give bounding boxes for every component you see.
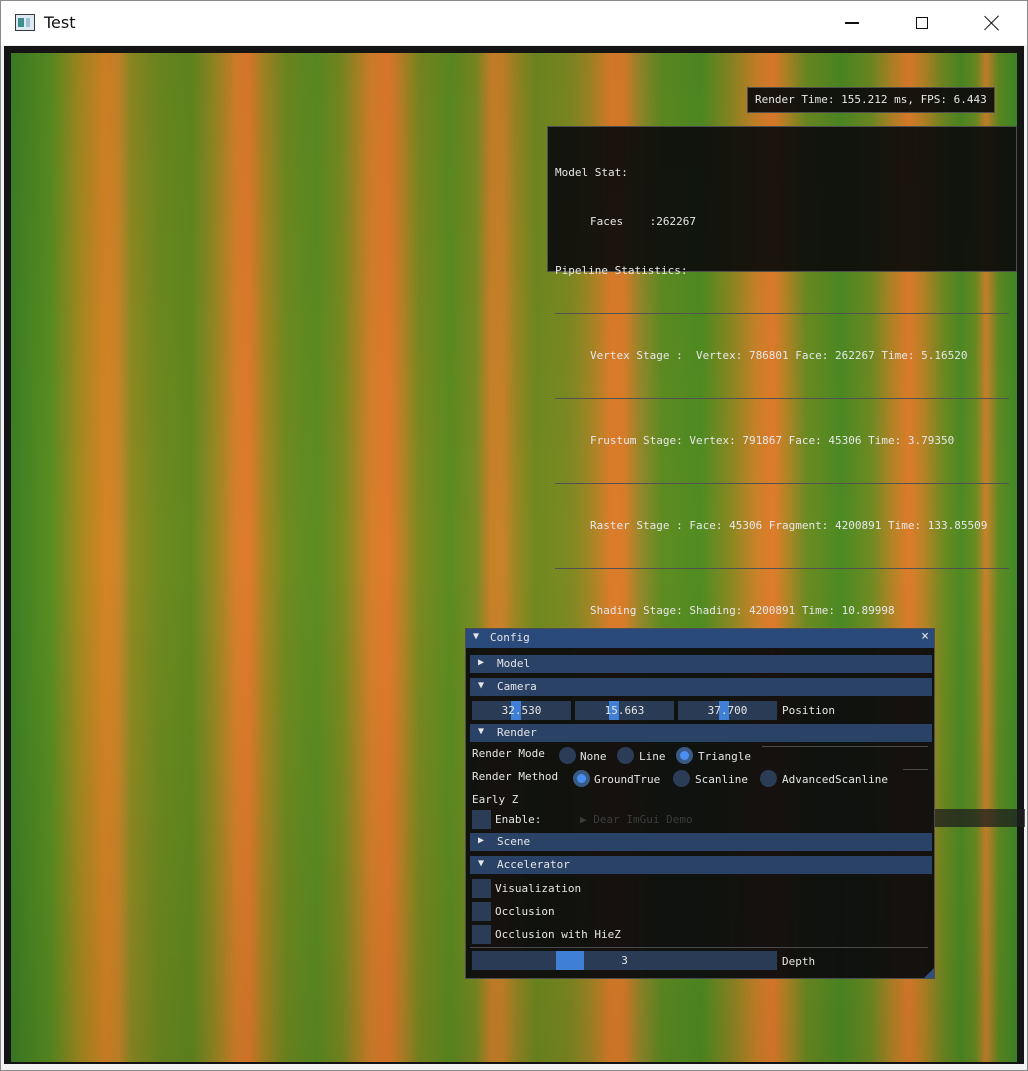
shading-stage-row: Shading Stage: Shading: 4200891 Time: 10… [590, 604, 895, 617]
config-close-button[interactable]: × [921, 629, 929, 644]
section-model-header[interactable]: ▶ Model [470, 655, 932, 673]
render-method-groundtrue-radio[interactable] [573, 770, 590, 787]
divider [555, 483, 1009, 484]
divider [470, 947, 928, 948]
depth-value: 3 [621, 954, 628, 967]
section-camera-header[interactable]: ▼ Camera [470, 678, 932, 696]
config-title-bar[interactable]: ▼ Config × [466, 629, 934, 648]
render-method-advancedscanline-radio[interactable] [760, 770, 777, 787]
occlusion-hiez-label[interactable]: Occlusion with HieZ [495, 928, 621, 941]
camera-z-value: 37.700 [707, 704, 748, 717]
divider [555, 398, 1009, 399]
collapse-arrow-icon: ▼ [478, 726, 485, 737]
render-mode-triangle-radio[interactable] [676, 747, 693, 764]
render-mode-line-label[interactable]: Line [639, 750, 666, 763]
divider [555, 313, 1009, 314]
frustum-stage-row: Frustum Stage: Vertex: 791867 Face: 4530… [590, 434, 955, 447]
position-label: Position [782, 704, 835, 717]
maximize-icon [916, 17, 928, 29]
config-panel: ▼ Config × ▶ Model ▼ Camera 32.530 15.66… [465, 628, 935, 979]
render-mode-none-radio[interactable] [559, 747, 576, 764]
divider [762, 746, 928, 747]
camera-x-value: 32.530 [501, 704, 542, 717]
section-accelerator-label: Accelerator [497, 858, 570, 871]
close-window-button[interactable] [957, 1, 1027, 45]
title-bar[interactable]: Test [1, 1, 1027, 45]
raster-stage-row: Raster Stage : Face: 45306 Fragment: 420… [590, 519, 988, 532]
maximize-button[interactable] [887, 1, 957, 45]
background-panel-strip [935, 809, 1025, 827]
visualization-label[interactable]: Visualization [495, 882, 581, 895]
render-mode-line-radio[interactable] [617, 747, 634, 764]
collapse-arrow-icon: ▼ [478, 680, 485, 691]
camera-z-drag[interactable]: 37.700 [678, 701, 777, 720]
config-title: Config [490, 631, 530, 644]
section-scene-header[interactable]: ▶ Scene [470, 833, 932, 851]
minimize-icon [845, 22, 859, 24]
render-method-label: Render Method [472, 770, 559, 783]
early-z-enable-checkbox[interactable] [472, 810, 491, 829]
vertex-stage-row: Vertex Stage : Vertex: 786801 Face: 2622… [590, 349, 968, 362]
occlusion-label[interactable]: Occlusion [495, 905, 555, 918]
minimize-button[interactable] [817, 1, 887, 45]
early-z-enable-label[interactable]: Enable: [495, 813, 541, 826]
app-window: Test Render Time: 155.212 ms, FPS: 6.443… [0, 0, 1028, 1071]
section-camera-label: Camera [497, 680, 537, 693]
faces-count: Faces :262267 [590, 215, 696, 228]
expand-arrow-icon: ▶ [478, 657, 485, 668]
resize-grip-icon[interactable] [924, 968, 934, 978]
divider [555, 568, 1009, 569]
render-mode-none-label[interactable]: None [580, 750, 607, 763]
render-method-groundtrue-label[interactable]: GroundTrue [594, 773, 660, 786]
early-z-label: Early Z [472, 793, 519, 806]
collapse-arrow-icon[interactable]: ▼ [473, 631, 479, 642]
occlusion-hiez-checkbox[interactable] [472, 925, 491, 944]
camera-x-drag[interactable]: 32.530 [472, 701, 571, 720]
divider [903, 769, 928, 770]
collapse-arrow-icon: ▼ [478, 858, 485, 869]
close-icon [984, 15, 1000, 31]
pipeline-heading: Pipeline Statistics: [555, 264, 688, 277]
slider-grab[interactable] [556, 951, 584, 970]
window-title: Test [44, 13, 76, 32]
render-mode-triangle-label[interactable]: Triangle [698, 750, 751, 763]
stats-panel: Model Stat: Faces :262267 Pipeline Stati… [547, 126, 1017, 617]
app-icon [15, 14, 35, 31]
section-model-label: Model [497, 657, 531, 670]
section-scene-label: Scene [497, 835, 531, 848]
render-method-scanline-radio[interactable] [673, 770, 690, 787]
depth-slider[interactable]: 3 [472, 951, 777, 970]
section-accelerator-header[interactable]: ▼ Accelerator [470, 856, 932, 874]
render-method-scanline-label[interactable]: Scanline [695, 773, 748, 786]
section-render-label: Render [497, 726, 537, 739]
depth-label: Depth [782, 955, 816, 968]
occlusion-checkbox[interactable] [472, 902, 491, 921]
section-render-header[interactable]: ▼ Render [470, 724, 932, 742]
visualization-checkbox[interactable] [472, 879, 491, 898]
camera-y-drag[interactable]: 15.663 [575, 701, 674, 720]
render-mode-label: Render Mode [472, 747, 545, 760]
imgui-demo-link[interactable]: ▶ Dear ImGui Demo [580, 813, 693, 826]
render-method-advancedscanline-label[interactable]: AdvancedScanline [782, 773, 888, 786]
fps-readout: Render Time: 155.212 ms, FPS: 6.443 [747, 87, 995, 113]
camera-y-value: 15.663 [604, 704, 645, 717]
expand-arrow-icon: ▶ [478, 835, 485, 846]
model-stat-heading: Model Stat: [555, 166, 628, 179]
